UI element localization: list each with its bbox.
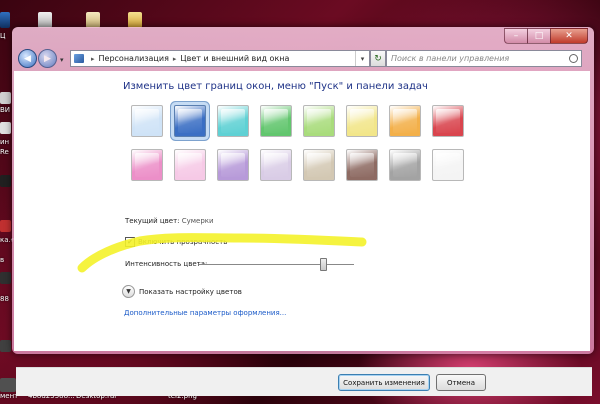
color-swatch-sea[interactable] xyxy=(217,105,249,137)
maximize-button[interactable]: □ xyxy=(527,28,551,44)
desktop-left-label-7: 88 xyxy=(0,295,9,303)
search-placeholder: Поиск в панели управления xyxy=(391,54,510,63)
intensity-slider[interactable] xyxy=(199,264,354,266)
main-content: Изменить цвет границ окон, меню "Пуск" и… xyxy=(14,71,592,396)
control-panel-window: – □ ✕ ◀ ▶ ▾ ▸ Персонализация ▸ Цвет и вн… xyxy=(12,27,594,396)
desktop-left-label-2: ВИ xyxy=(0,106,11,114)
save-changes-button[interactable]: Сохранить изменения xyxy=(338,374,430,391)
color-swatch-frost[interactable] xyxy=(432,149,464,181)
desktop-left-label-4: Re xyxy=(0,148,9,156)
desktop-left-label-1: Ц xyxy=(0,32,6,40)
desktop-left-icon-6[interactable] xyxy=(0,272,11,284)
color-swatch-fuchsia[interactable] xyxy=(131,149,163,181)
address-bar[interactable]: ▸ Персонализация ▸ Цвет и внешний вид ок… xyxy=(70,50,370,67)
current-color-value: Сумерки xyxy=(181,217,214,225)
recent-pages-dropdown[interactable]: ▾ xyxy=(60,56,64,64)
chevron-down-icon[interactable]: ▼ xyxy=(122,285,135,298)
refresh-button[interactable]: ↻ xyxy=(370,50,386,67)
color-swatch-twilight[interactable] xyxy=(174,105,206,137)
control-panel-icon xyxy=(74,54,84,63)
color-swatch-lemon[interactable] xyxy=(346,105,378,137)
transparency-label: Включить прозрачность xyxy=(138,238,228,246)
color-swatch-lavender[interactable] xyxy=(260,149,292,181)
address-dropdown-icon[interactable]: ▾ xyxy=(355,51,369,66)
desktop-icon-1[interactable] xyxy=(38,12,52,28)
minimize-button[interactable]: – xyxy=(504,28,528,44)
color-swatch-lime[interactable] xyxy=(303,105,335,137)
desktop-left-icon-2[interactable] xyxy=(0,92,11,104)
transparency-checkbox[interactable]: ✔ Включить прозрачность xyxy=(125,237,227,247)
breadcrumb-window-color[interactable]: Цвет и внешний вид окна xyxy=(180,54,289,63)
desktop-left-icon-3[interactable] xyxy=(0,122,11,134)
desktop-left-icon-5[interactable] xyxy=(0,220,11,232)
navigation-bar: ◀ ▶ ▾ ▸ Персонализация ▸ Цвет и внешний … xyxy=(14,46,592,68)
current-color: Текущий цвет: Сумерки xyxy=(125,217,214,225)
checkbox-box[interactable]: ✔ xyxy=(125,237,135,247)
desktop-bottom-icon-1[interactable] xyxy=(0,378,16,392)
color-swatch-chocolate[interactable] xyxy=(346,149,378,181)
current-color-label: Текущий цвет: xyxy=(125,217,180,225)
desktop-left-label-6: в xyxy=(0,256,5,264)
page-title: Изменить цвет границ окон, меню "Пуск" и… xyxy=(123,81,428,92)
cancel-button[interactable]: Отмена xyxy=(436,374,486,391)
color-swatch-violet[interactable] xyxy=(217,149,249,181)
breadcrumb-personalization[interactable]: Персонализация xyxy=(99,54,169,63)
color-swatch-slate[interactable] xyxy=(389,149,421,181)
show-color-mixer-label: Показать настройку цветов xyxy=(139,287,242,296)
show-color-mixer[interactable]: ▼ Показать настройку цветов xyxy=(122,285,242,298)
intensity-label: Интенсивность цвета: xyxy=(125,260,208,268)
color-swatch-pumpkin[interactable] xyxy=(389,105,421,137)
advanced-appearance-link[interactable]: Дополнительные параметры оформления... xyxy=(124,309,286,317)
search-icon xyxy=(569,54,578,63)
button-bar: Сохранить изменения Отмена xyxy=(16,367,592,396)
color-swatch-ruby[interactable] xyxy=(432,105,464,137)
desktop-icon-3[interactable] xyxy=(128,12,142,28)
desktop-icon-4[interactable] xyxy=(0,12,10,28)
search-input[interactable]: Поиск в панели управления xyxy=(386,50,582,67)
desktop-icon-2[interactable] xyxy=(86,12,100,28)
forward-button[interactable]: ▶ xyxy=(38,49,57,68)
breadcrumb-separator: ▸ xyxy=(172,54,177,63)
desktop-left-icon-4[interactable] xyxy=(0,175,11,187)
breadcrumb-separator: ▸ xyxy=(91,54,95,63)
back-button[interactable]: ◀ xyxy=(18,49,37,68)
window-controls: – □ ✕ xyxy=(504,28,588,44)
color-swatch-sky[interactable] xyxy=(131,105,163,137)
intensity-slider-thumb[interactable] xyxy=(320,258,327,271)
desktop-left-label-3: ин xyxy=(0,138,10,146)
close-button[interactable]: ✕ xyxy=(550,28,588,44)
desktop-left-icon-7[interactable] xyxy=(0,340,11,352)
color-swatch-blush[interactable] xyxy=(174,149,206,181)
color-swatch-leaf[interactable] xyxy=(260,105,292,137)
color-swatch-taupe[interactable] xyxy=(303,149,335,181)
